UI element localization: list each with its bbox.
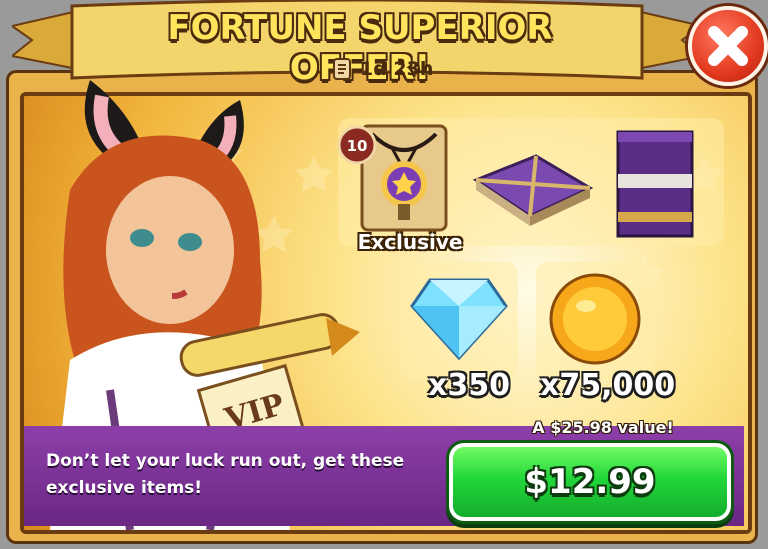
close-button[interactable] [688,6,768,86]
buy-price-label: $12.99 [524,462,656,502]
book-closed-icon[interactable] [472,150,594,230]
timer-text: 1d 23h [360,58,434,80]
offer-popup: 10 Exclusive x350 x75,000 VIP Don’t let … [0,0,768,549]
gold-quantity: x75,000 [540,368,676,403]
exclusive-label: Exclusive [357,230,463,254]
book-open-icon[interactable] [612,126,700,244]
gems-quantity: x350 [428,368,510,403]
buy-button[interactable]: $12.99 [446,440,734,524]
scroll-timer-icon [333,58,351,80]
gold-coin-icon[interactable] [546,272,644,366]
offer-timer: 1d 23h [332,56,433,82]
gem-icon[interactable] [410,272,508,362]
offer-value-text: A $25.98 value! [532,418,674,437]
close-icon [708,26,748,66]
offer-description: Don’t let your luck run out, get these e… [46,451,405,498]
